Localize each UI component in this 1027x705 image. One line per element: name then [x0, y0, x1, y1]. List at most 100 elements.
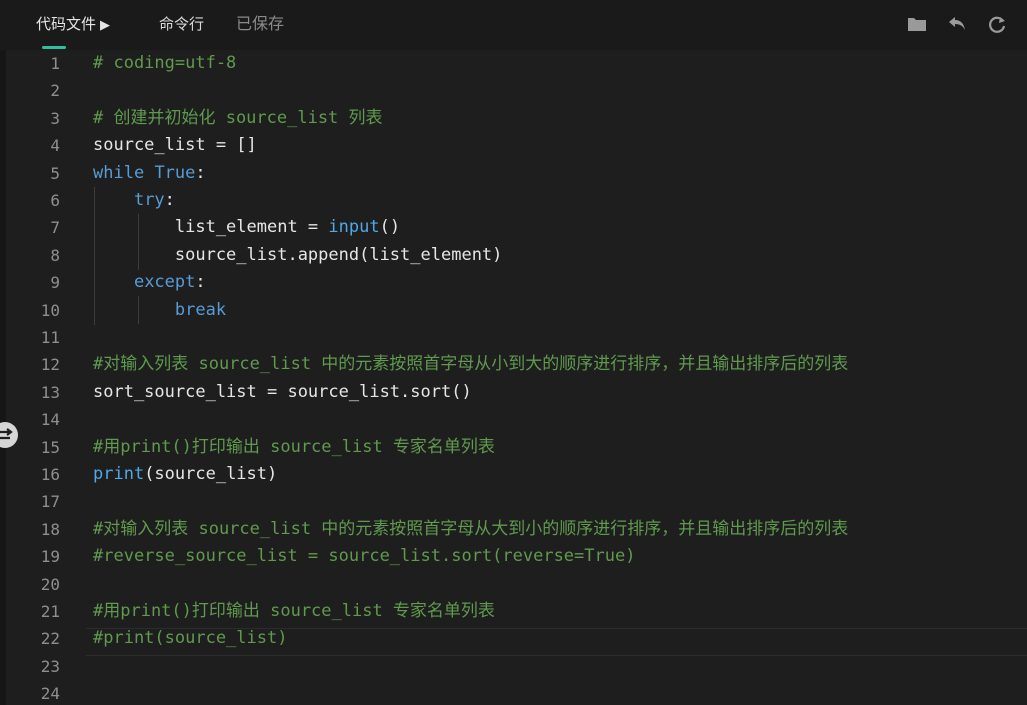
- code-token: #对输入列表 source_list 中的元素按照首字母从小到大的顺序进行排序，…: [93, 354, 849, 375]
- code-line: 24: [0, 680, 1027, 705]
- refresh-icon[interactable]: [986, 13, 1008, 35]
- code-line: 9 except:: [0, 269, 1027, 296]
- code-text: break: [93, 297, 226, 324]
- code-token: #对输入列表 source_list 中的元素按照首字母从大到小的顺序进行排序，…: [93, 518, 849, 539]
- code-line: 13 sort_source_list = source_list.sort(): [0, 379, 1027, 406]
- code-token: #print(source_list): [93, 628, 288, 649]
- code-token: try: [133, 190, 165, 210]
- save-status: 已保存: [236, 16, 285, 33]
- undo-icon[interactable]: [946, 13, 968, 35]
- code-token: sort_source_list = source_list.sort(): [93, 381, 472, 402]
- code-line: 16 print(source_list): [0, 461, 1027, 488]
- line-number: 9: [50, 273, 60, 293]
- code-token: (): [379, 217, 401, 238]
- code-text: #用print()打印输出 source_list 专家名单列表: [93, 434, 495, 461]
- code-token: :: [195, 162, 206, 183]
- code-text: #用print()打印输出 source_list 专家名单列表: [93, 598, 495, 625]
- line-number: 7: [50, 218, 60, 238]
- code-token: # 创建并初始化 source_list 列表: [93, 107, 383, 128]
- line-number: 3: [50, 108, 60, 128]
- line-number: 1: [50, 54, 60, 73]
- code-text: list_element = input(): [93, 214, 400, 241]
- code-text: # 创建并初始化 source_list 列表: [93, 105, 383, 132]
- code-token: print: [93, 464, 145, 484]
- code-line: 1 # coding=utf-8: [0, 50, 1027, 77]
- code-token: :: [195, 272, 206, 293]
- line-number: 20: [40, 574, 60, 594]
- line-number: 22: [40, 629, 60, 649]
- code-text: except:: [93, 269, 206, 296]
- line-number: 16: [40, 465, 60, 484]
- code-line: 21 #用print()打印输出 source_list 专家名单列表: [0, 598, 1027, 625]
- code-token: break: [174, 299, 227, 320]
- folder-icon[interactable]: [906, 13, 928, 35]
- tab-code-file-label: 代码文件: [36, 16, 97, 33]
- line-number: 19: [40, 547, 60, 567]
- code-line: 20: [0, 571, 1027, 598]
- code-token: except: [133, 272, 196, 293]
- code-line: 10 break: [0, 297, 1027, 324]
- code-text: print(source_list): [93, 461, 277, 488]
- code-token: #用print()打印输出 source_list 专家名单列表: [93, 436, 495, 457]
- code-token: source_list.append(list_element): [93, 244, 503, 265]
- code-token: (source_list): [144, 464, 278, 484]
- code-line: 4 source_list = []: [0, 132, 1027, 159]
- line-number: 6: [50, 191, 60, 210]
- code-text: #reverse_source_list = source_list.sort(…: [93, 543, 635, 570]
- code-line: 19 #reverse_source_list = source_list.sor…: [0, 543, 1027, 570]
- code-text: sort_source_list = source_list.sort(): [93, 379, 472, 406]
- line-number: 23: [40, 656, 60, 676]
- run-icon[interactable]: ▶: [100, 17, 110, 32]
- code-token: while: [93, 162, 145, 183]
- code-token: :: [164, 190, 175, 210]
- code-line: 15 #用print()打印输出 source_list 专家名单列表: [0, 434, 1027, 461]
- code-line: 2: [0, 77, 1027, 104]
- code-line: 6 try:: [0, 187, 1027, 214]
- collapse-panel-handle[interactable]: [0, 422, 18, 448]
- code-line: 8 source_list.append(list_element): [0, 242, 1027, 269]
- line-number: 11: [40, 328, 60, 347]
- code-token: #reverse_source_list = source_list.sort(…: [93, 546, 636, 567]
- code-text: source_list = []: [93, 132, 257, 159]
- line-number: 10: [40, 300, 60, 320]
- line-number: 4: [50, 136, 60, 156]
- line-number: 15: [40, 437, 60, 457]
- line-number: 18: [40, 519, 60, 539]
- code-line: 5 while True:: [0, 160, 1027, 187]
- arrow-right-icon: [0, 428, 13, 440]
- code-line: 18 #对输入列表 source_list 中的元素按照首字母从大到小的顺序进行排…: [0, 516, 1027, 543]
- code-text: while True:: [93, 160, 206, 187]
- line-number: 8: [50, 245, 60, 265]
- line-number: 14: [40, 410, 60, 430]
- code-line: 17: [0, 488, 1027, 515]
- line-number: 12: [40, 355, 60, 375]
- code-text: #print(source_list): [93, 625, 287, 652]
- active-tab-indicator: [42, 46, 66, 49]
- code-line: 22 #print(source_list): [0, 625, 1027, 652]
- tab-terminal[interactable]: 命令行: [159, 14, 204, 36]
- code-token: #用print()打印输出 source_list 专家名单列表: [93, 601, 495, 621]
- code-token: True: [154, 162, 196, 183]
- code-text: try:: [93, 187, 175, 214]
- code-line: 23: [0, 653, 1027, 680]
- code-editor[interactable]: 1 # coding=utf-8 2 3 # 创建并初始化 source_list 列表…: [0, 50, 1027, 705]
- code-token: list_element =: [93, 217, 329, 238]
- code-line: 12 #对输入列表 source_list 中的元素按照首字母从小到大的顺序进行排…: [0, 351, 1027, 378]
- line-number: 5: [50, 163, 60, 183]
- line-number: 2: [50, 81, 60, 101]
- code-token: # coding=utf-8: [93, 53, 237, 73]
- code-text: #对输入列表 source_list 中的元素按照首字母从小到大的顺序进行排序，…: [93, 351, 848, 378]
- code-text: # coding=utf-8: [93, 50, 236, 77]
- line-number: 21: [40, 602, 60, 621]
- tab-code-file[interactable]: 代码文件 ▶: [36, 14, 110, 36]
- code-token: input: [328, 217, 380, 238]
- line-number: 13: [40, 382, 60, 402]
- code-token: source_list = []: [93, 135, 257, 156]
- code-line: 11: [0, 324, 1027, 351]
- line-number: 24: [40, 684, 60, 704]
- code-line: 14: [0, 406, 1027, 433]
